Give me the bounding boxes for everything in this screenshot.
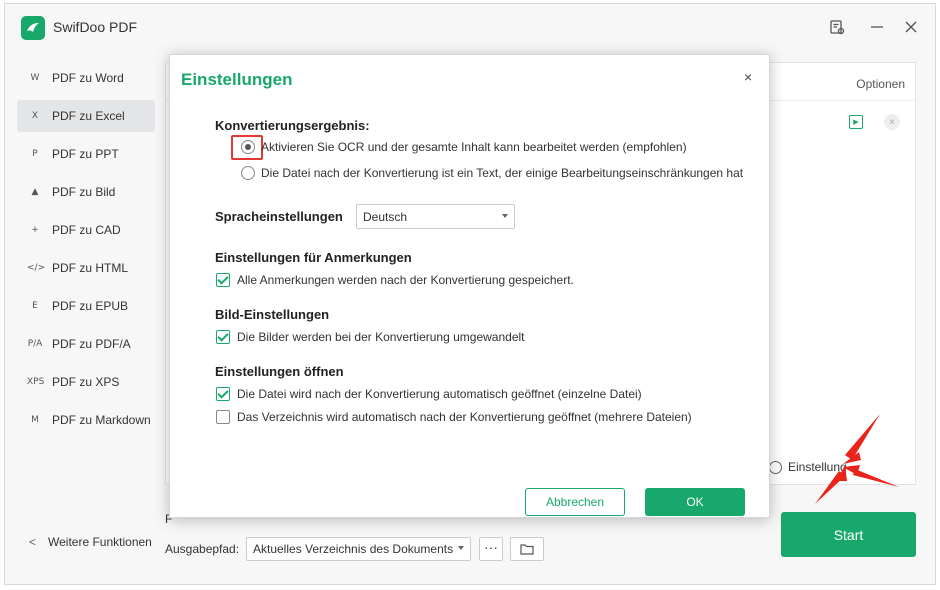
cancel-button[interactable]: Abbrechen (525, 488, 625, 516)
radio-text[interactable] (241, 166, 255, 180)
sidebar-item-pdf-zu-cad[interactable]: + PDF zu CAD (17, 214, 155, 246)
ok-button[interactable]: OK (645, 488, 745, 516)
radio-ocr[interactable] (241, 140, 255, 154)
gear-icon (769, 460, 782, 474)
open-heading: Einstellungen öffnen (215, 364, 344, 379)
sidebar-item-label: PDF zu PDF/A (52, 337, 131, 351)
cad-icon: + (31, 225, 39, 235)
radio-ocr-option[interactable]: Aktivieren Sie OCR und der gesamte Inhal… (241, 140, 687, 154)
output-path-value: Aktuelles Verzeichnis des Dokuments (253, 542, 454, 556)
conversion-heading: Konvertierungsergebnis: (215, 118, 370, 133)
more-functions-link[interactable]: < Weitere Funktionen (29, 535, 152, 549)
annotations-checkbox-label: Alle Anmerkungen werden nach der Konvert… (237, 273, 574, 287)
sidebar-item-pdf-zu-markdown[interactable]: M PDF zu Markdown (17, 404, 155, 436)
options-column-header: Optionen (856, 77, 905, 91)
annotations-heading: Einstellungen für Anmerkungen (215, 250, 412, 265)
output-path-select[interactable]: Aktuelles Verzeichnis des Dokuments (246, 537, 471, 561)
open-file-checkbox-option[interactable]: Die Datei wird nach der Konvertierung au… (216, 387, 642, 401)
app-logo (21, 16, 45, 40)
images-checkbox-label: Die Bilder werden bei der Konvertierung … (237, 330, 525, 344)
output-path-label: Ausgabepfad: (165, 542, 240, 556)
sidebar-item-label: PDF zu Bild (52, 185, 116, 199)
images-heading: Bild-Einstellungen (215, 307, 330, 322)
radio-text-option[interactable]: Die Datei nach der Konvertierung ist ein… (241, 166, 743, 180)
close-window-icon[interactable] (901, 17, 921, 37)
ppt-icon: P (32, 149, 38, 159)
open-folder-checkbox-option[interactable]: Das Verzeichnis wird automatisch nach de… (216, 410, 692, 424)
language-select[interactable]: Deutsch (356, 204, 515, 229)
language-label: Spracheinstellungen (215, 209, 343, 224)
dialog-close-icon[interactable]: × (744, 69, 752, 85)
images-checkbox[interactable] (216, 330, 230, 344)
settings-dialog: Einstellungen × Konvertierungsergebnis: … (169, 54, 770, 518)
excel-icon: X (31, 111, 39, 121)
more-functions-label: Weitere Funktionen (48, 535, 152, 549)
sidebar-item-pdf-zu-xps[interactable]: XPS PDF zu XPS (17, 366, 155, 398)
open-folder-button[interactable] (510, 537, 544, 561)
annotations-checkbox-option[interactable]: Alle Anmerkungen werden nach der Konvert… (216, 273, 574, 287)
sidebar-item-label: PDF zu Word (52, 71, 124, 85)
annotations-checkbox[interactable] (216, 273, 230, 287)
preview-icon[interactable]: ▶ (849, 115, 863, 129)
sidebar-item-pdf-zu-excel[interactable]: X PDF zu Excel (17, 100, 155, 132)
sidebar-item-label: PDF zu PPT (52, 147, 119, 161)
sidebar-item-label: PDF zu CAD (52, 223, 121, 237)
xps-icon: XPS (27, 377, 45, 387)
more-options-button[interactable]: ··· (479, 537, 503, 561)
sidebar-item-label: PDF zu Markdown (52, 413, 151, 427)
radio-text-label: Die Datei nach der Konvertierung ist ein… (261, 166, 744, 180)
sidebar-item-pdf-zu-ppt[interactable]: P PDF zu PPT (17, 138, 155, 170)
open-folder-checkbox-label: Das Verzeichnis wird automatisch nach de… (237, 410, 692, 424)
open-file-checkbox-label: Die Datei wird nach der Konvertierung au… (237, 387, 642, 401)
html-icon: </> (27, 263, 46, 273)
sidebar-item-label: PDF zu Excel (52, 109, 125, 123)
title-bar: SwifDoo PDF (5, 4, 935, 50)
feedback-icon[interactable] (827, 17, 847, 37)
sidebar-item-pdf-zu-pdfa[interactable]: P/A PDF zu PDF/A (17, 328, 155, 360)
start-button[interactable]: Start (781, 512, 916, 557)
dialog-title: Einstellungen (181, 70, 293, 89)
open-file-checkbox[interactable] (216, 387, 230, 401)
sidebar-item-pdf-zu-epub[interactable]: E PDF zu EPUB (17, 290, 155, 322)
sidebar: W PDF zu Word X PDF zu Excel P PDF zu PPT ▲… (17, 62, 155, 442)
sidebar-item-label: PDF zu HTML (52, 261, 129, 275)
sidebar-item-label: PDF zu EPUB (52, 299, 129, 313)
chevron-down-icon (502, 214, 508, 218)
sidebar-item-pdf-zu-bild[interactable]: ▲ PDF zu Bild (17, 176, 155, 208)
annotation-arrows (815, 414, 899, 504)
app-title: SwifDoo PDF (53, 19, 138, 35)
chevron-down-icon (458, 546, 464, 550)
images-checkbox-option[interactable]: Die Bilder werden bei der Konvertierung … (216, 330, 525, 344)
language-value: Deutsch (363, 210, 408, 224)
sidebar-item-pdf-zu-word[interactable]: W PDF zu Word (17, 62, 155, 94)
folder-icon (520, 544, 534, 555)
pdfa-icon: P/A (27, 339, 43, 349)
epub-icon: E (32, 301, 38, 311)
word-icon: W (30, 73, 40, 83)
remove-file-icon[interactable]: × (884, 114, 900, 130)
sidebar-item-label: PDF zu XPS (52, 375, 120, 389)
markdown-icon: M (31, 415, 39, 425)
sidebar-item-pdf-zu-html[interactable]: </> PDF zu HTML (17, 252, 155, 284)
image-icon: ▲ (31, 187, 39, 197)
minimize-icon[interactable] (867, 17, 887, 37)
radio-ocr-label: Aktivieren Sie OCR und der gesamte Inhal… (261, 140, 687, 154)
chevron-left-icon: < (29, 535, 37, 549)
open-folder-checkbox[interactable] (216, 410, 230, 424)
